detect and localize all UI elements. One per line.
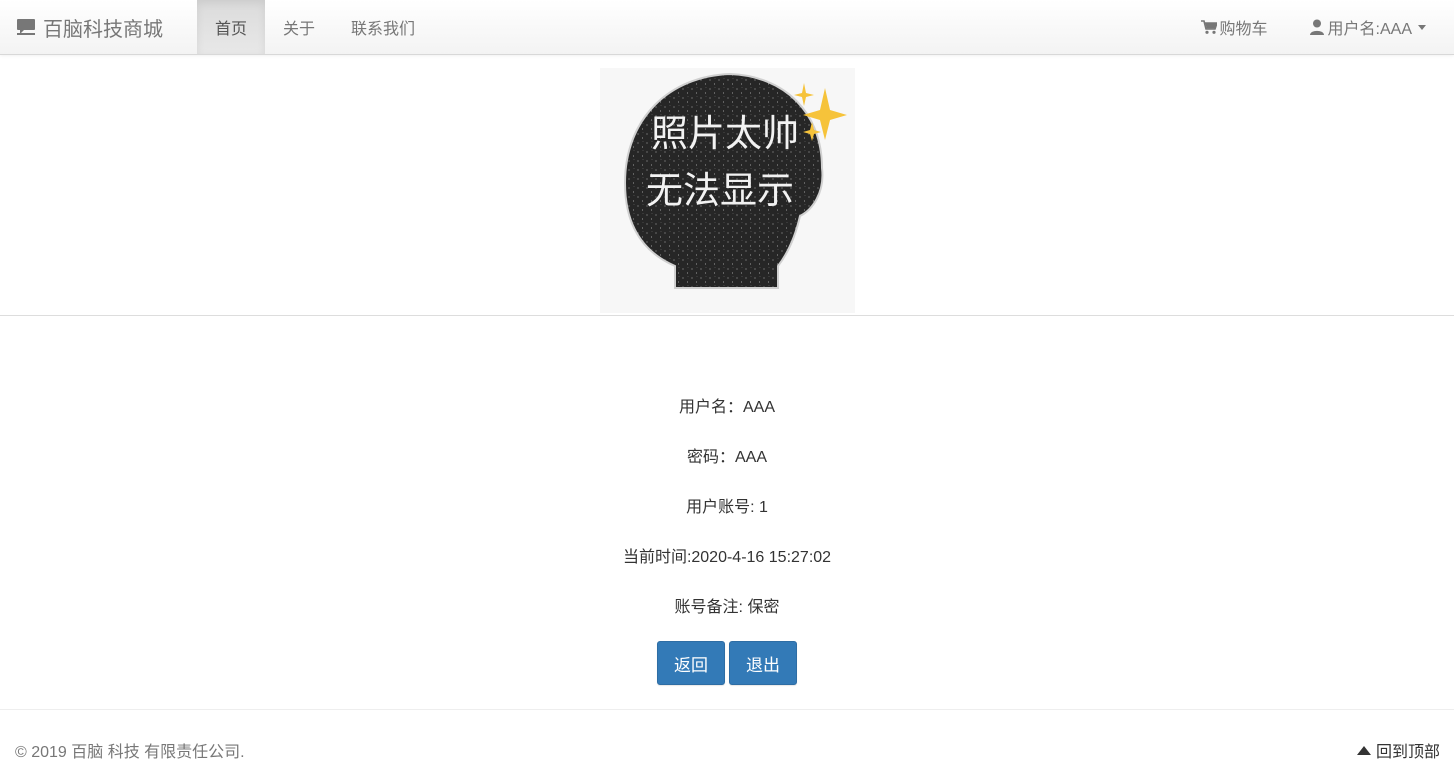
main-nav: 首页 关于 联系我们 <box>197 0 433 54</box>
comment-icon <box>17 19 35 35</box>
password-line: 密码：AAA <box>686 449 768 466</box>
page-footer: © 2019 百脑 科技 有限责任公司. 回到顶部 <box>0 709 1454 761</box>
logout-button[interactable]: 退出 <box>729 641 797 685</box>
user-nav: 购物车 用户名:AAA <box>1186 0 1441 54</box>
shopping-cart-icon <box>1200 20 1217 34</box>
cart-label: 购物车 <box>1219 21 1268 38</box>
user-menu-label: 用户名:AAA <box>1327 21 1412 38</box>
brand-title: 百脑科技商城 <box>43 18 163 41</box>
account-remark-line: 账号备注: 保密 <box>674 599 780 616</box>
username-line: 用户名：AAA <box>678 399 776 416</box>
brand-link[interactable]: 百脑科技商城 <box>15 0 163 54</box>
account-id-line: 用户账号: 1 <box>686 499 768 516</box>
copyright-text: © 2019 百脑 科技 有限责任公司. <box>15 744 245 761</box>
caret-down-icon <box>1418 24 1426 30</box>
nav-contact[interactable]: 联系我们 <box>333 0 433 54</box>
user-icon <box>1309 19 1324 35</box>
avatar-text-line2: 无法显示 <box>646 169 794 212</box>
action-buttons: 返回 退出 <box>0 641 1454 685</box>
top-navbar: 百脑科技商城 首页 关于 联系我们 购物车 用户名:AAA <box>0 0 1454 55</box>
nav-home[interactable]: 首页 <box>197 0 266 54</box>
current-time-line: 当前时间:2020-4-16 15:27:02 <box>622 549 832 566</box>
back-to-top-link[interactable]: 回到顶部 <box>1356 738 1440 762</box>
nav-cart[interactable]: 购物车 <box>1186 0 1294 54</box>
back-to-top-label: 回到顶部 <box>1375 744 1440 761</box>
back-button[interactable]: 返回 <box>657 641 725 685</box>
avatar-image: 照片太帅 无法显示 <box>600 68 855 313</box>
user-menu-dropdown[interactable]: 用户名:AAA <box>1294 0 1441 54</box>
avatar-section: 照片太帅 无法显示 <box>0 55 1454 316</box>
triangle-up-icon <box>1356 745 1371 755</box>
avatar-text-line1: 照片太帅 <box>651 112 799 155</box>
nav-about[interactable]: 关于 <box>265 0 333 54</box>
